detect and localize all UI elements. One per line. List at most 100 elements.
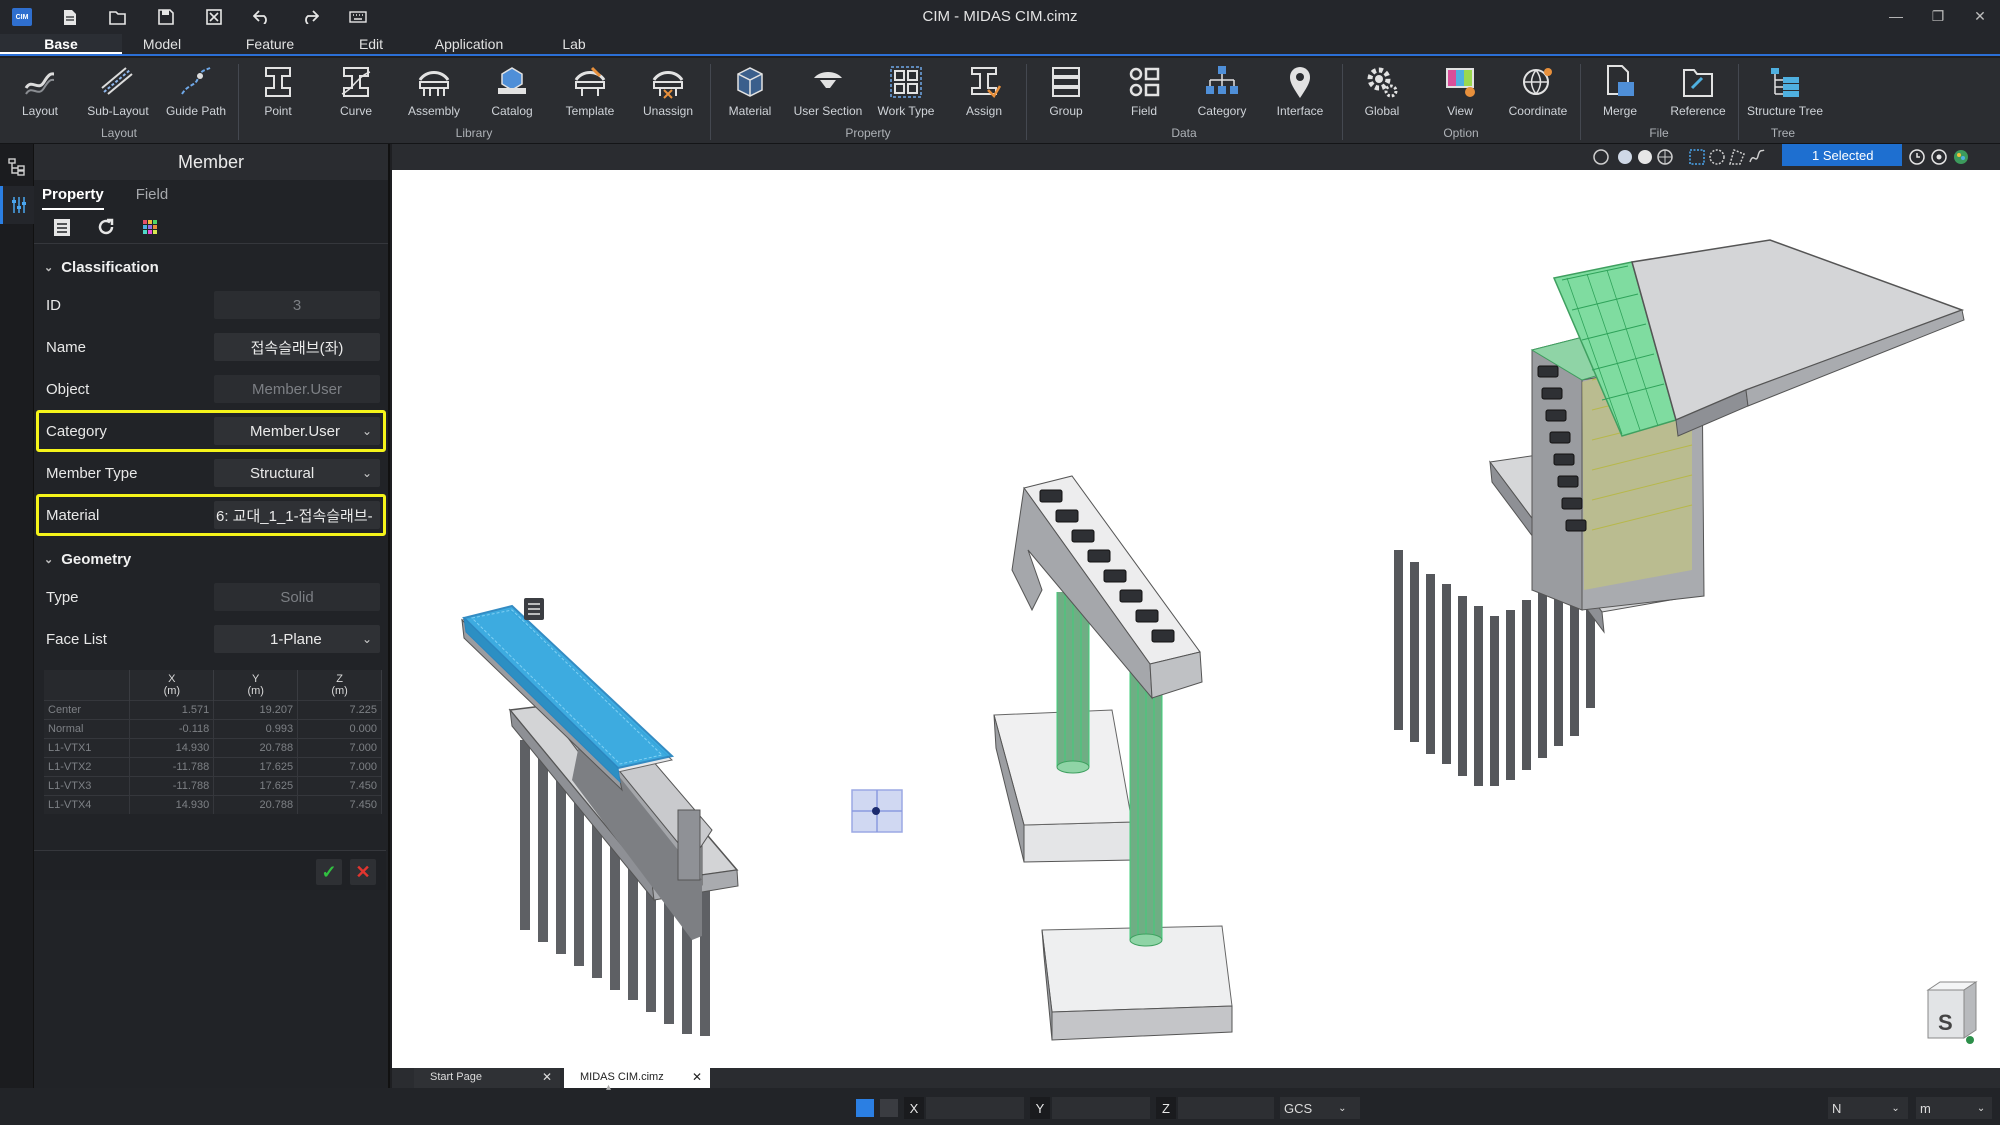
close-file-icon[interactable] <box>204 6 224 28</box>
tab-feature[interactable]: Feature <box>202 34 338 54</box>
y-coord-field[interactable] <box>1052 1097 1150 1119</box>
polygon-select-icon[interactable] <box>1728 148 1746 166</box>
box-select-icon[interactable] <box>1688 148 1706 166</box>
shaded-mode-icon[interactable] <box>1616 148 1634 166</box>
snap-unit-dropdown[interactable]: N ⌄ <box>1828 1097 1908 1119</box>
category-button[interactable]: Category <box>1184 62 1260 126</box>
user-section-icon <box>814 72 842 88</box>
close-icon[interactable]: ✕ <box>542 1070 552 1084</box>
view-icon <box>1446 68 1475 97</box>
table-row: Normal -0.118 0.993 0.000 <box>44 718 382 738</box>
center-pier[interactable] <box>993 475 1233 1041</box>
category-dropdown[interactable]: Member.User ⌄ <box>214 417 380 445</box>
refresh-icon[interactable] <box>94 215 118 239</box>
classification-header[interactable]: ⌄ Classification <box>34 250 388 284</box>
solid-mode-icon[interactable] <box>1636 148 1654 166</box>
tab-base[interactable]: Base <box>0 34 122 54</box>
globe-icon <box>1523 68 1552 95</box>
coordinate-button[interactable]: Coordinate <box>1500 62 1576 126</box>
tab-midas-cim-file[interactable]: MIDAS CIM.cimz ✕ <box>564 1068 710 1088</box>
close-icon[interactable]: ✕ <box>692 1070 702 1084</box>
tab-property[interactable]: Property <box>42 186 104 210</box>
template-button[interactable]: Template <box>552 62 628 126</box>
render-mode-icon[interactable] <box>1592 148 1610 166</box>
interface-button[interactable]: Interface <box>1262 62 1338 126</box>
tab-model[interactable]: Model <box>122 34 202 54</box>
open-file-icon[interactable] <box>108 6 128 28</box>
tree-view-icon[interactable] <box>0 148 34 186</box>
wire-mode-icon[interactable] <box>1656 148 1674 166</box>
curve-button[interactable]: Curve <box>318 62 394 126</box>
clock-icon[interactable] <box>1908 148 1926 166</box>
apply-button[interactable]: ✓ <box>316 859 342 885</box>
merge-icon <box>1607 65 1634 96</box>
assign-icon <box>971 67 1002 99</box>
reference-button[interactable]: Reference <box>1660 62 1736 126</box>
navigation-cube[interactable]: S <box>1926 981 1978 1044</box>
unassign-button[interactable]: Unassign <box>630 62 706 126</box>
group-option: Option <box>1443 126 1479 140</box>
x-coord-field[interactable] <box>926 1097 1024 1119</box>
name-field[interactable]: 접속슬래브(좌) <box>214 333 380 361</box>
close-icon[interactable]: ✕ <box>1970 4 1990 28</box>
merge-button[interactable]: Merge <box>1582 62 1658 126</box>
field-icon <box>1129 67 1160 97</box>
property-panel-icon[interactable] <box>0 186 34 224</box>
new-file-icon[interactable] <box>60 6 80 28</box>
ruler-icon[interactable] <box>880 1099 898 1117</box>
tab-lab[interactable]: Lab <box>534 34 614 54</box>
material-field[interactable]: 6: 교대_1_1-접속슬래브- <box>214 501 380 529</box>
document-icon[interactable] <box>50 215 74 239</box>
assembly-button[interactable]: Assembly <box>396 62 472 126</box>
keyboard-icon[interactable] <box>348 6 368 28</box>
guide-path-button[interactable]: Guide Path <box>158 62 234 126</box>
freehand-select-icon[interactable] <box>1748 148 1766 166</box>
tab-application[interactable]: Application <box>404 34 534 54</box>
snap-toggle-icon[interactable] <box>856 1099 874 1117</box>
user-section-button[interactable]: User Section <box>790 62 866 126</box>
redo-icon[interactable] <box>300 6 320 28</box>
sub-layout-button[interactable]: Sub-Layout <box>80 62 156 126</box>
model-scene[interactable]: S <box>392 170 2000 1068</box>
view-button[interactable]: View <box>1422 62 1498 126</box>
chevron-up-icon[interactable]: ▴ <box>606 1082 611 1093</box>
settings-circle-icon[interactable] <box>1930 148 1948 166</box>
table-row: L1-VTX4 14.930 20.788 7.450 <box>44 794 382 814</box>
coord-system-dropdown[interactable]: GCS ⌄ <box>1280 1097 1360 1119</box>
catalog-button[interactable]: Catalog <box>474 62 550 126</box>
circle-select-icon[interactable] <box>1708 148 1726 166</box>
tab-edit[interactable]: Edit <box>338 34 404 54</box>
object-label: Object <box>46 380 90 398</box>
layout-button[interactable]: Layout <box>2 62 78 126</box>
chevron-down-icon: ⌄ <box>361 632 372 646</box>
work-type-button[interactable]: Work Type <box>868 62 944 126</box>
global-button[interactable]: Global <box>1344 62 1420 126</box>
color-palette-icon[interactable] <box>1952 148 1970 166</box>
geometry-header[interactable]: ⌄ Geometry <box>34 542 388 576</box>
field-button[interactable]: Field <box>1106 62 1182 126</box>
color-grid-icon[interactable] <box>138 215 162 239</box>
material-button[interactable]: Material <box>712 62 788 126</box>
selection-count-badge[interactable]: 1 Selected <box>1782 144 1902 166</box>
coordinate-gizmo-icon[interactable] <box>851 789 903 833</box>
assign-button[interactable]: Assign <box>946 62 1022 126</box>
left-abutment[interactable] <box>460 598 739 1036</box>
undo-icon[interactable] <box>252 6 272 28</box>
member-type-dropdown[interactable]: Structural ⌄ <box>214 459 380 487</box>
group-button[interactable]: Group <box>1028 62 1104 126</box>
face-list-dropdown[interactable]: 1-Plane ⌄ <box>214 625 380 653</box>
length-unit-dropdown[interactable]: m ⌄ <box>1916 1097 1992 1119</box>
tab-field[interactable]: Field <box>136 186 169 210</box>
tab-start-page[interactable]: Start Page ✕ <box>414 1068 560 1088</box>
minimize-icon[interactable]: — <box>1886 4 1906 28</box>
cancel-button[interactable]: ✕ <box>350 859 376 885</box>
save-icon[interactable] <box>156 6 176 28</box>
right-abutment[interactable] <box>1394 239 1965 786</box>
structure-tree-button[interactable]: Structure Tree <box>1740 62 1830 126</box>
member-property-panel: Member Property Field ⌄ Classification ID… <box>34 144 390 1088</box>
restore-icon[interactable]: ❐ <box>1928 4 1948 28</box>
z-coord-field[interactable] <box>1178 1097 1274 1119</box>
app-logo-icon[interactable]: CIM <box>12 8 32 26</box>
point-button[interactable]: Point <box>240 62 316 126</box>
3d-viewport[interactable]: S <box>392 170 2000 1068</box>
